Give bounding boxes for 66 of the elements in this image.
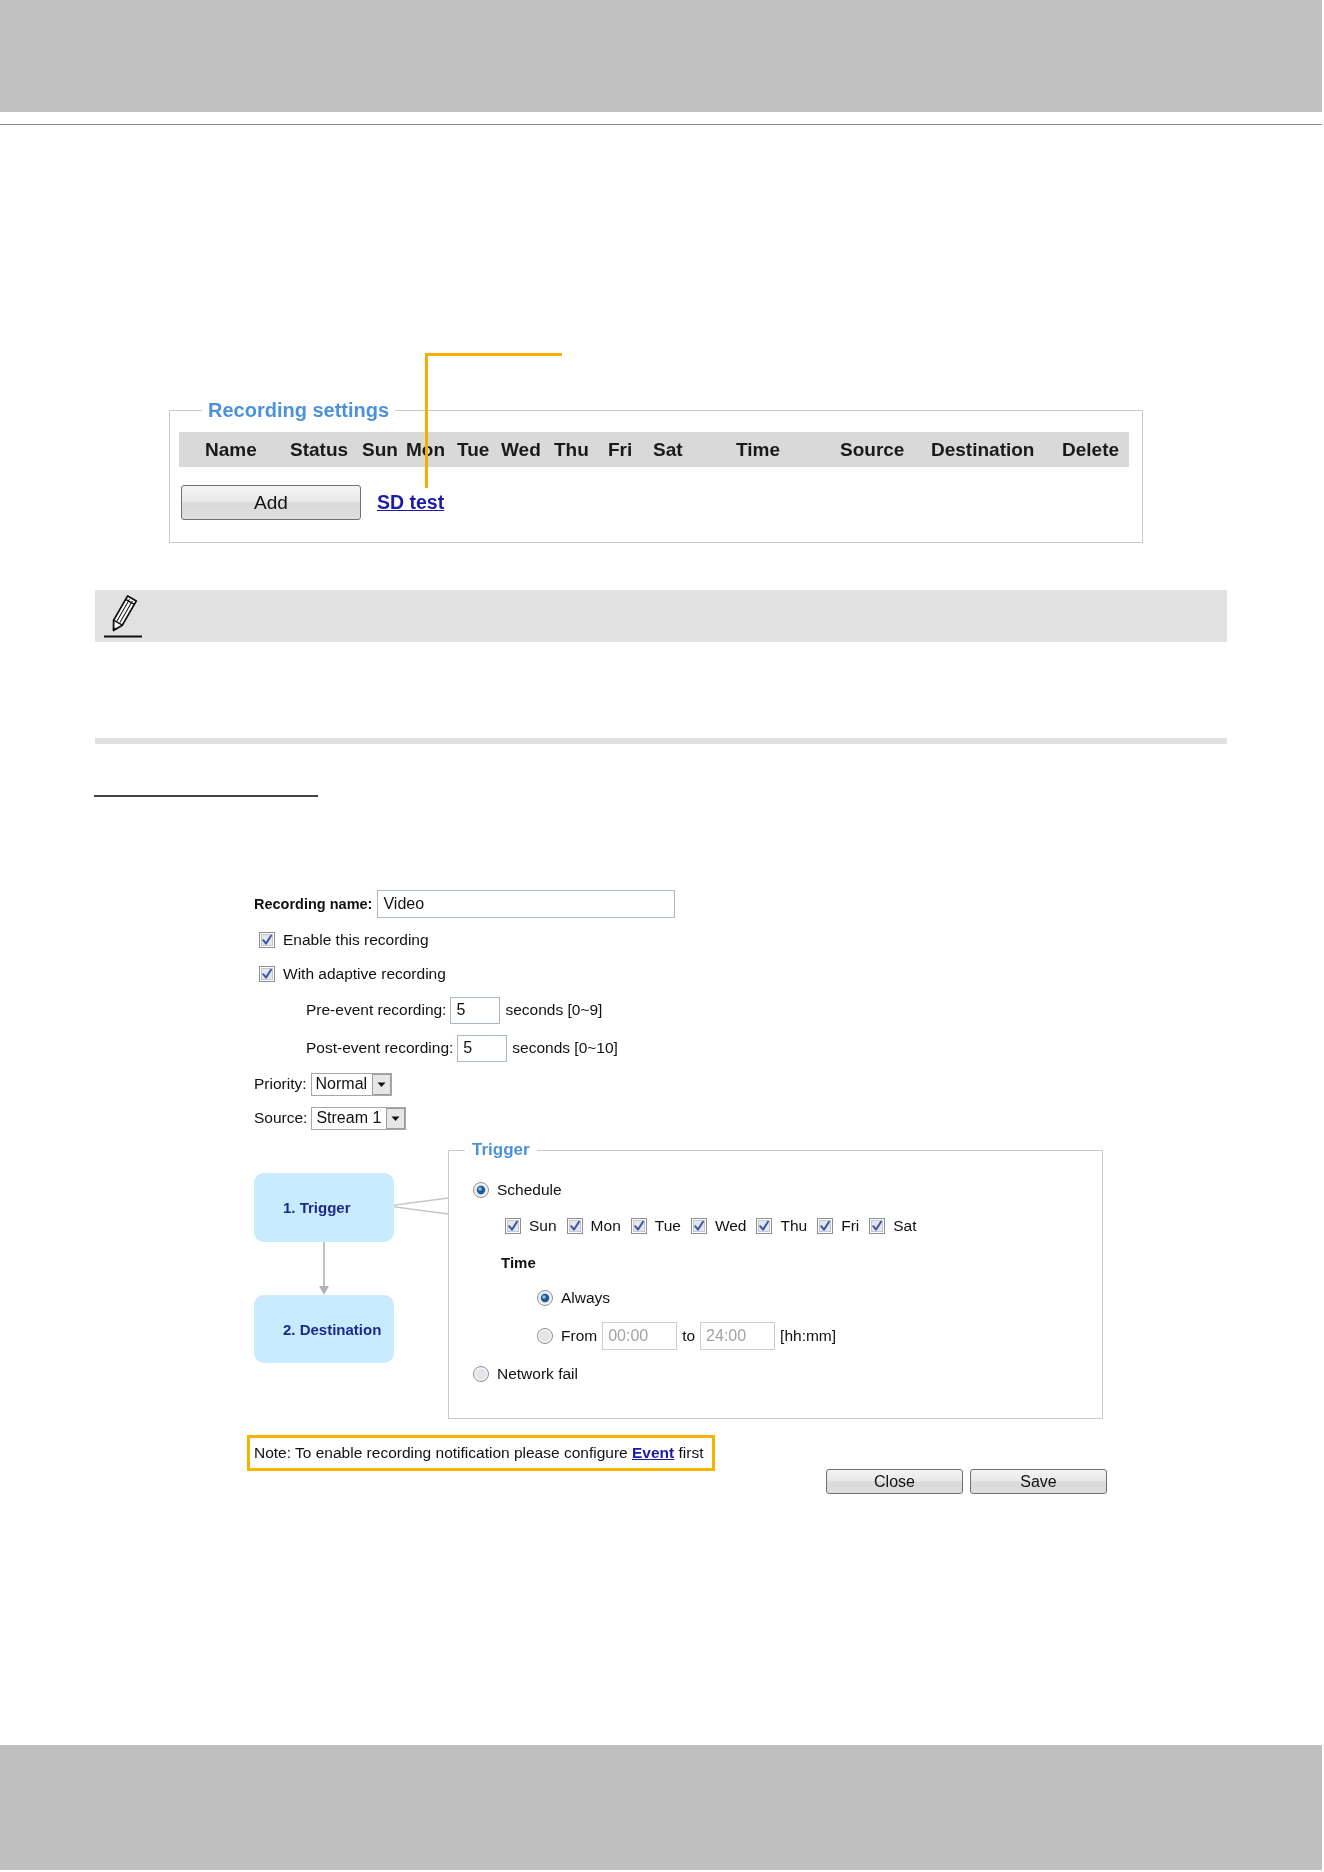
day-label: Wed <box>714 1217 747 1235</box>
column-header: Tue <box>457 438 491 461</box>
checkbox[interactable] <box>259 932 275 948</box>
note-text: Note: To enable recording notification please configure Event first <box>254 1444 704 1461</box>
day-label: Thu <box>780 1217 808 1235</box>
step-tab[interactable]: 1. Trigger <box>254 1173 394 1242</box>
column-header: Name <box>205 438 258 461</box>
step-tab[interactable]: 2. Destination <box>254 1295 394 1363</box>
field-label: Recording name: <box>254 896 373 912</box>
checkbox-label: With adaptive recording <box>283 965 446 983</box>
unit-label: seconds [0~10] <box>512 1039 618 1057</box>
day-checkbox[interactable] <box>756 1218 773 1234</box>
day-label: Fri <box>841 1217 860 1235</box>
event-link[interactable]: Event <box>632 1444 675 1461</box>
time-heading: Time <box>500 1253 536 1271</box>
unit-label: seconds [0~9] <box>505 1001 603 1019</box>
day-checkbox[interactable] <box>869 1218 886 1234</box>
dropdown[interactable]: Stream 1 <box>311 1106 407 1130</box>
panel-title: Trigger <box>471 1140 531 1160</box>
field-label: Priority: <box>254 1075 307 1093</box>
radio-button[interactable] <box>537 1290 553 1306</box>
panel-title: Recording settings <box>207 399 391 422</box>
checkbox-label: Enable this recording <box>283 931 429 949</box>
day-label: Sun <box>529 1217 557 1235</box>
column-header: Thu <box>554 438 590 461</box>
caret-icon <box>372 1073 392 1095</box>
day-label: Sat <box>893 1217 917 1235</box>
radio-label: Network fail <box>497 1365 578 1383</box>
close-button[interactable]: Close <box>826 1469 963 1494</box>
add-button[interactable]: Add <box>181 485 361 520</box>
day-checkbox[interactable] <box>566 1218 583 1234</box>
radio-button[interactable] <box>473 1182 489 1198</box>
caret-icon <box>386 1107 406 1129</box>
column-header: Sun <box>362 438 399 461</box>
recording-link[interactable]: SD test <box>377 491 445 514</box>
column-header: Sat <box>653 438 684 461</box>
day-label: Tue <box>654 1217 681 1235</box>
radio-label: From <box>561 1327 598 1345</box>
dropdown[interactable]: Normal <box>310 1072 393 1096</box>
column-header: Wed <box>501 438 542 461</box>
radio-label: Always <box>561 1289 611 1307</box>
radio-label: Schedule <box>497 1181 562 1199</box>
column-header: Source <box>840 438 906 461</box>
format-label: [hh:mm] <box>780 1327 837 1345</box>
column-header: Time <box>736 438 781 461</box>
day-checkbox[interactable] <box>505 1218 521 1234</box>
seconds-field[interactable]: 5 <box>457 1034 508 1062</box>
save-button[interactable]: Save <box>970 1469 1107 1494</box>
day-checkbox[interactable] <box>690 1218 707 1234</box>
column-header: Delete <box>1062 438 1121 461</box>
connector-arrow <box>318 1242 330 1295</box>
field-label: Pre-event recording: <box>306 1001 447 1019</box>
column-header: Status <box>290 438 350 461</box>
day-checkbox[interactable] <box>630 1218 647 1234</box>
field-label: Source: <box>254 1109 308 1127</box>
recording-name-field[interactable]: Video <box>377 890 676 918</box>
checkbox[interactable] <box>259 966 275 982</box>
day-label: Mon <box>590 1217 621 1235</box>
column-header: Fri <box>608 438 634 461</box>
separator-label: to <box>682 1327 696 1345</box>
field-label: Post-event recording: <box>306 1039 454 1057</box>
seconds-field[interactable]: 5 <box>450 996 501 1024</box>
pencil-icon <box>104 594 142 638</box>
column-header: Destination <box>931 438 1036 461</box>
radio-button[interactable] <box>473 1366 489 1382</box>
day-checkbox[interactable] <box>817 1218 834 1234</box>
